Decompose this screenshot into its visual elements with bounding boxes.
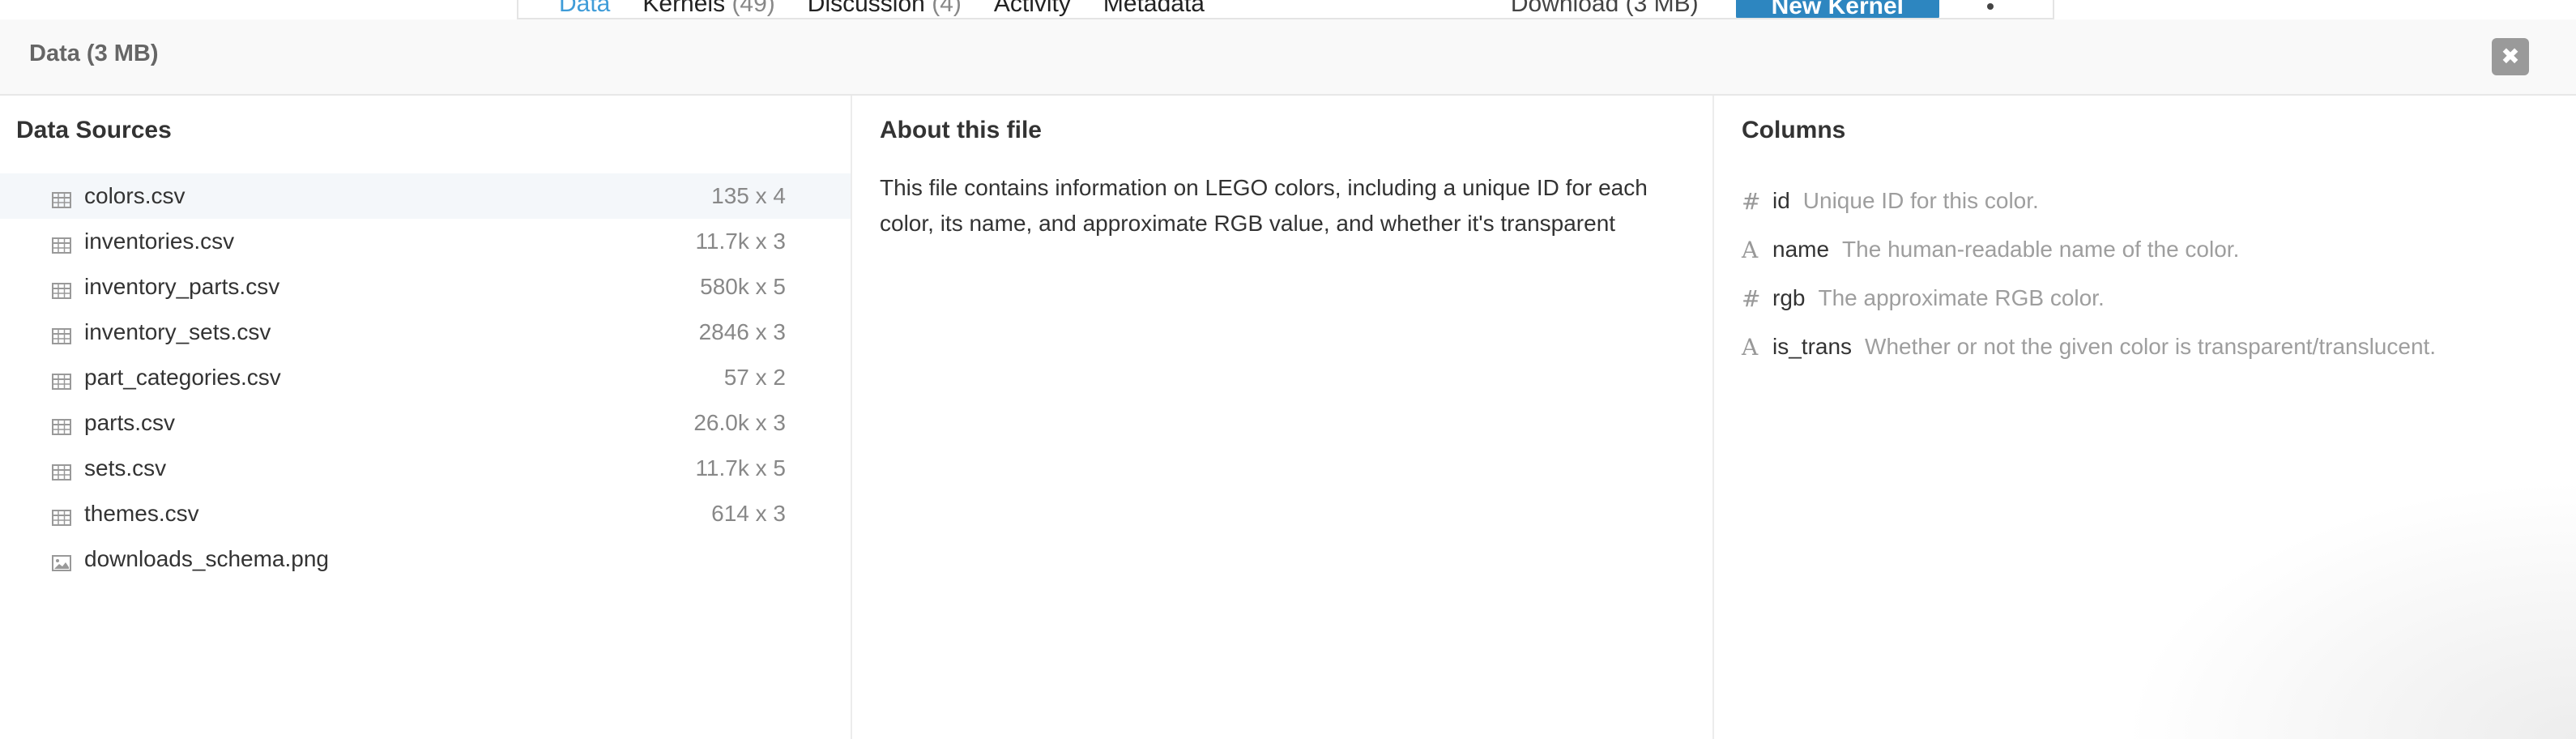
file-row[interactable]: sets.csv 11.7k x 5	[0, 446, 851, 491]
background-actions: Download (3 MB) New Kernel	[1511, 0, 2004, 18]
file-dimensions: 11.7k x 5	[695, 455, 786, 481]
background-tabs: Data Kernels (49) Discussion (4) Activit…	[559, 0, 1205, 18]
close-button[interactable]: ✖	[2492, 38, 2529, 75]
table-icon	[52, 370, 71, 390]
modal-header: Data (3 MB) ✖	[0, 19, 2576, 96]
column-description: The human-readable name of the color.	[1842, 237, 2240, 262]
column-description: Unique ID for this color.	[1802, 188, 2039, 213]
column-description: Whether or not the given color is transp…	[1865, 334, 2437, 359]
string-type-icon: A	[1742, 333, 1759, 361]
table-icon	[52, 506, 71, 526]
file-name: themes.csv	[84, 501, 199, 526]
modal-title: Data (3 MB)	[29, 41, 159, 66]
column-description: The approximate RGB color.	[1818, 285, 2105, 310]
tab-activity[interactable]: Activity	[994, 0, 1071, 18]
file-name: part_categories.csv	[84, 365, 281, 390]
tab-kernels[interactable]: Kernels (49)	[642, 0, 774, 18]
file-row[interactable]: part_categories.csv 57 x 2	[0, 355, 851, 400]
new-kernel-button[interactable]: New Kernel	[1735, 0, 1939, 18]
file-row[interactable]: inventories.csv 11.7k x 3	[0, 219, 851, 264]
numeric-type-icon: #	[1742, 187, 1761, 215]
tab-metadata[interactable]: Metadata	[1103, 0, 1205, 18]
file-name: inventory_sets.csv	[84, 319, 271, 344]
file-row[interactable]: parts.csv 26.0k x 3	[0, 400, 851, 446]
column-name: name	[1772, 237, 1830, 262]
file-name: parts.csv	[84, 410, 176, 435]
columns-panel: Columns # id Unique ID for this color. Anam…	[1714, 96, 2576, 739]
file-dimensions: 580k x 5	[700, 274, 786, 299]
column-row: Ais_trans Whether or not the given color …	[1742, 323, 2552, 371]
columns-title: Columns	[1742, 117, 1846, 143]
file-name: sets.csv	[84, 455, 167, 481]
column-row: Aname The human-readable name of the colo…	[1742, 225, 2552, 274]
file-name: downloads_schema.png	[84, 546, 329, 571]
column-name: rgb	[1772, 285, 1806, 310]
table-icon	[52, 415, 71, 435]
download-button[interactable]: Download (3 MB)	[1511, 0, 1699, 18]
column-name: id	[1772, 188, 1790, 213]
tab-data[interactable]: Data	[559, 0, 610, 18]
file-row[interactable]: inventory_parts.csv 580k x 5	[0, 264, 851, 310]
file-name: colors.csv	[84, 183, 186, 208]
background-tab-strip: Data Kernels (49) Discussion (4) Activit…	[517, 0, 2054, 19]
close-icon: ✖	[2501, 44, 2520, 69]
file-row[interactable]: themes.csv 614 x 3	[0, 491, 851, 536]
file-dimensions: 26.0k x 3	[693, 410, 786, 435]
string-type-icon: A	[1742, 236, 1759, 263]
column-list: # id Unique ID for this color. Aname The hum…	[1742, 177, 2552, 371]
table-icon	[52, 233, 71, 254]
file-row[interactable]: downloads_schema.png	[0, 536, 851, 582]
data-sources-title: Data Sources	[16, 117, 172, 143]
column-row: # rgb The approximate RGB color.	[1742, 274, 2552, 323]
file-dimensions: 614 x 3	[711, 501, 786, 526]
file-dimensions: 11.7k x 3	[695, 229, 786, 254]
table-icon	[52, 460, 71, 481]
file-list: colors.csv 135 x 4 inventories.csv 11.7k x …	[0, 173, 851, 582]
data-sources-panel: Data Sources colors.csv 135 x 4 inventorie…	[0, 96, 852, 739]
about-title: About this file	[880, 117, 1042, 143]
file-row[interactable]: inventory_sets.csv 2846 x 3	[0, 310, 851, 355]
file-row[interactable]: colors.csv 135 x 4	[0, 173, 851, 219]
file-name: inventory_parts.csv	[84, 274, 280, 299]
column-name: is_trans	[1772, 334, 1853, 359]
image-icon	[52, 551, 71, 571]
tab-discussion[interactable]: Discussion (4)	[808, 0, 962, 18]
column-row: # id Unique ID for this color.	[1742, 177, 2552, 225]
about-description: This file contains information on LEGO c…	[880, 175, 1648, 236]
about-panel: About this file This file contains infor…	[852, 96, 1714, 739]
file-dimensions: 135 x 4	[711, 183, 786, 208]
table-icon	[52, 324, 71, 344]
table-icon	[52, 188, 71, 208]
more-options-icon[interactable]	[1977, 0, 2004, 10]
table-icon	[52, 279, 71, 299]
corner-shadow	[2122, 480, 2576, 739]
file-name: inventories.csv	[84, 229, 235, 254]
file-dimensions: 2846 x 3	[698, 319, 786, 344]
file-dimensions: 57 x 2	[723, 365, 786, 390]
numeric-type-icon: #	[1742, 284, 1761, 312]
